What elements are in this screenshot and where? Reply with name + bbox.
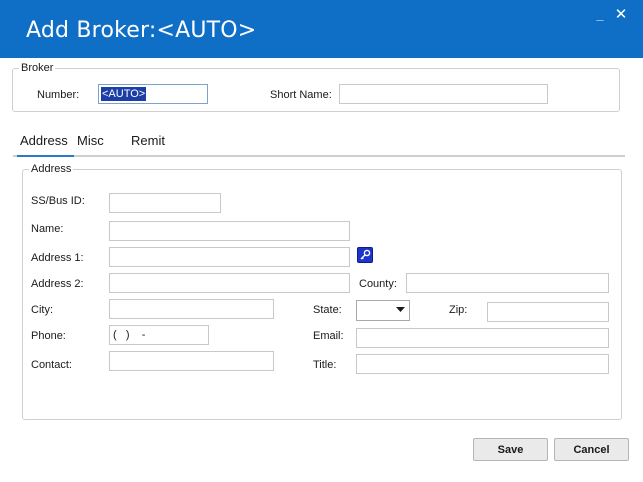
close-button[interactable]: ✕ bbox=[612, 6, 630, 24]
name-input[interactable] bbox=[109, 221, 350, 241]
window-title: Add Broker:<AUTO> bbox=[26, 18, 257, 43]
title-label: Title: bbox=[313, 359, 337, 371]
address2-label: Address 2: bbox=[31, 278, 84, 290]
active-tab-indicator bbox=[17, 155, 74, 157]
ssbus-id-input[interactable] bbox=[109, 193, 221, 213]
save-button[interactable]: Save bbox=[473, 438, 548, 461]
address1-label: Address 1: bbox=[31, 252, 84, 264]
ssbus-id-label: SS/Bus ID: bbox=[31, 195, 85, 207]
tab-misc[interactable]: Misc bbox=[77, 133, 104, 148]
contact-input[interactable] bbox=[109, 351, 274, 371]
address-lookup-button[interactable] bbox=[357, 247, 373, 263]
chevron-down-icon bbox=[396, 307, 405, 312]
address1-input[interactable] bbox=[109, 247, 350, 267]
county-input[interactable] bbox=[406, 273, 609, 293]
broker-group-legend: Broker bbox=[21, 62, 54, 74]
city-input[interactable] bbox=[109, 299, 274, 319]
contact-label: Contact: bbox=[31, 359, 72, 371]
state-label: State: bbox=[313, 304, 342, 316]
county-label: County: bbox=[359, 278, 397, 290]
short-name-label: Short Name: bbox=[270, 89, 332, 101]
minimize-button[interactable]: _ bbox=[591, 6, 609, 24]
email-input[interactable] bbox=[356, 328, 609, 348]
state-dropdown[interactable] bbox=[356, 300, 410, 321]
title-input[interactable] bbox=[356, 354, 609, 374]
address-group-legend: Address bbox=[31, 163, 72, 175]
number-label: Number: bbox=[37, 89, 80, 101]
address2-input[interactable] bbox=[109, 273, 350, 293]
email-label: Email: bbox=[313, 330, 344, 342]
phone-label: Phone: bbox=[31, 330, 66, 342]
zip-label: Zip: bbox=[449, 304, 468, 316]
short-name-input[interactable] bbox=[339, 84, 548, 104]
phone-input[interactable] bbox=[109, 325, 209, 345]
tab-address[interactable]: Address bbox=[20, 133, 68, 148]
cancel-button[interactable]: Cancel bbox=[554, 438, 629, 461]
title-bar: Add Broker:<AUTO> _ ✕ bbox=[0, 0, 643, 58]
name-label: Name: bbox=[31, 223, 64, 235]
zip-input[interactable] bbox=[487, 302, 609, 322]
tab-strip-divider bbox=[13, 155, 625, 157]
tab-remit[interactable]: Remit bbox=[131, 133, 165, 148]
key-icon bbox=[360, 249, 371, 260]
number-selected-text: <AUTO> bbox=[101, 87, 147, 101]
city-label: City: bbox=[31, 304, 53, 316]
